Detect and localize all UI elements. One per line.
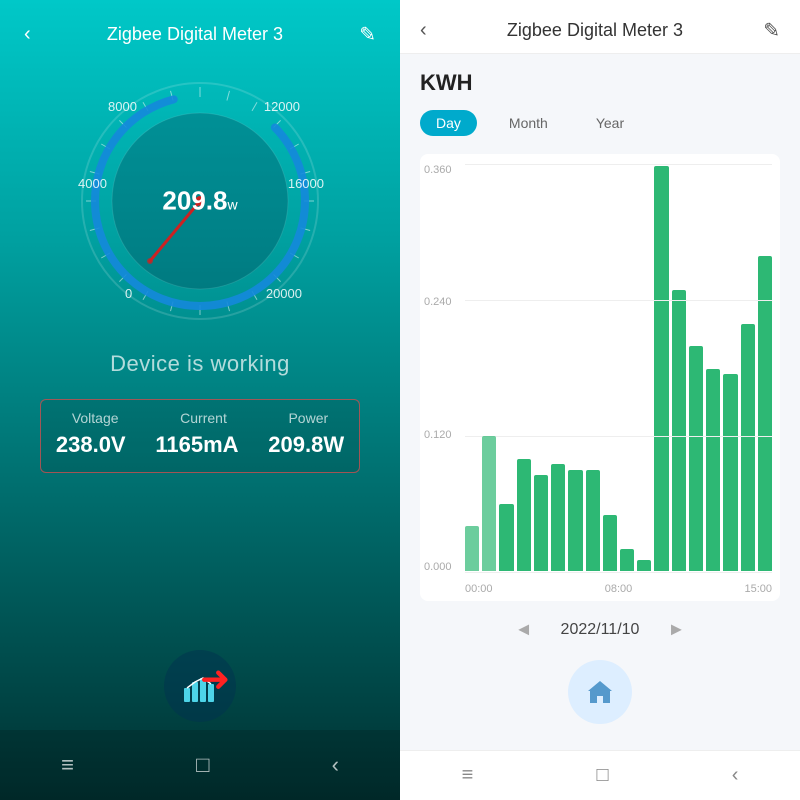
bar-wrap xyxy=(689,166,703,571)
bar xyxy=(689,346,703,571)
bar xyxy=(706,369,720,572)
bar xyxy=(672,290,686,571)
power-label: Power xyxy=(288,410,328,426)
bar-wrap xyxy=(706,166,720,571)
bar-wrap xyxy=(620,166,634,571)
bar-wrap xyxy=(603,166,617,571)
gauge-label-4000: 4000 xyxy=(78,176,107,191)
current-value: 1165mA xyxy=(155,432,238,458)
gauge-label-12000: 12000 xyxy=(264,99,300,114)
gauge-container: 8000 12000 4000 16000 0 20000 209.8w xyxy=(70,71,330,331)
bar xyxy=(534,475,548,571)
right-back-nav-button[interactable]: ‹ xyxy=(732,764,739,787)
bar-wrap xyxy=(499,166,513,571)
bar xyxy=(741,324,755,572)
gauge-center-value: 209.8w xyxy=(162,186,237,217)
left-back-button[interactable]: ‹ xyxy=(20,19,35,50)
tab-day[interactable]: Day xyxy=(420,110,477,136)
tab-year[interactable]: Year xyxy=(580,110,640,136)
left-bottom-bar: ≡ □ ‹ xyxy=(0,730,400,800)
voltage-value: 238.0V xyxy=(56,432,126,458)
right-bottom-bar: ≡ □ ‹ xyxy=(400,750,800,800)
bar-wrap xyxy=(586,166,600,571)
bar-wrap xyxy=(534,166,548,571)
x-axis-labels: 00:00 08:00 15:00 xyxy=(465,583,772,595)
bar xyxy=(517,459,531,572)
bar-wrap xyxy=(758,166,772,571)
right-back-button[interactable]: ‹ xyxy=(420,19,427,42)
left-home-button[interactable]: □ xyxy=(192,748,213,782)
stats-values: 238.0V 1165mA 209.8W xyxy=(41,432,359,458)
power-value: 209.8W xyxy=(268,432,344,458)
gauge-label-20000: 20000 xyxy=(266,286,302,301)
right-header: ‹ Zigbee Digital Meter 3 ✎ xyxy=(400,0,800,54)
gauge-label-0: 0 xyxy=(125,286,132,301)
home-btn-wrap xyxy=(420,660,780,724)
bar xyxy=(620,549,634,572)
right-menu-button[interactable]: ≡ xyxy=(462,764,474,787)
right-content: KWH Day Month Year 0.360 0.240 0.120 0.0… xyxy=(400,54,800,750)
y-label-120: 0.120 xyxy=(424,429,452,441)
right-panel: ‹ Zigbee Digital Meter 3 ✎ KWH Day Month… xyxy=(400,0,800,800)
current-label: Current xyxy=(180,410,227,426)
device-status: Device is working xyxy=(110,351,290,377)
bar xyxy=(603,515,617,571)
y-label-000: 0.000 xyxy=(424,561,452,573)
bar-wrap xyxy=(672,166,686,571)
bar xyxy=(654,166,668,571)
bar xyxy=(586,470,600,571)
grid-line-1 xyxy=(465,164,772,165)
bar-wrap xyxy=(723,166,737,571)
gauge-label-16000: 16000 xyxy=(288,176,324,191)
y-label-360: 0.360 xyxy=(424,164,452,176)
chart-area: 0.360 0.240 0.120 0.000 00:00 08:00 15:0… xyxy=(420,154,780,601)
tabs: Day Month Year xyxy=(420,110,780,136)
right-edit-button[interactable]: ✎ xyxy=(763,18,780,43)
y-label-240: 0.240 xyxy=(424,296,452,308)
bar-wrap xyxy=(654,166,668,571)
tab-month[interactable]: Month xyxy=(493,110,564,136)
bar xyxy=(551,464,565,571)
bar xyxy=(758,256,772,571)
bar xyxy=(568,470,582,571)
voltage-label: Voltage xyxy=(72,410,119,426)
left-edit-button[interactable]: ✎ xyxy=(355,18,380,51)
bar xyxy=(499,504,513,571)
home-button[interactable] xyxy=(568,660,632,724)
x-label-0000: 00:00 xyxy=(465,583,493,595)
chart-bars xyxy=(465,166,772,571)
stats-labels: Voltage Current Power xyxy=(41,410,359,426)
left-header: ‹ Zigbee Digital Meter 3 ✎ xyxy=(0,0,400,61)
gauge-label-8000: 8000 xyxy=(108,99,137,114)
bar xyxy=(723,374,737,571)
next-date-button[interactable]: ► xyxy=(659,615,693,644)
date-display: 2022/11/10 xyxy=(561,621,640,639)
y-axis-labels: 0.360 0.240 0.120 0.000 xyxy=(424,164,452,573)
bar-wrap xyxy=(482,166,496,571)
bar-wrap xyxy=(465,166,479,571)
left-panel: ‹ Zigbee Digital Meter 3 ✎ xyxy=(0,0,400,800)
red-arrow: ➜ xyxy=(200,658,230,700)
x-label-1500: 15:00 xyxy=(744,583,772,595)
date-nav: ◄ 2022/11/10 ► xyxy=(420,615,780,644)
bar-wrap xyxy=(517,166,531,571)
kwh-title: KWH xyxy=(420,70,780,96)
bar-wrap xyxy=(741,166,755,571)
x-label-0800: 08:00 xyxy=(605,583,633,595)
home-icon xyxy=(585,677,615,707)
bar-wrap xyxy=(568,166,582,571)
bar xyxy=(465,526,479,571)
prev-date-button[interactable]: ◄ xyxy=(507,615,541,644)
bar-wrap xyxy=(551,166,565,571)
bar xyxy=(637,560,651,571)
left-title: Zigbee Digital Meter 3 xyxy=(107,24,283,45)
left-menu-button[interactable]: ≡ xyxy=(57,748,78,782)
right-home-nav-button[interactable]: □ xyxy=(596,764,608,787)
grid-line-4 xyxy=(465,572,772,573)
bar xyxy=(482,436,496,571)
left-back-nav-button[interactable]: ‹ xyxy=(328,748,343,782)
bar-wrap xyxy=(637,166,651,571)
right-title: Zigbee Digital Meter 3 xyxy=(507,20,683,41)
stats-box: Voltage Current Power 238.0V 1165mA 209.… xyxy=(40,399,360,473)
